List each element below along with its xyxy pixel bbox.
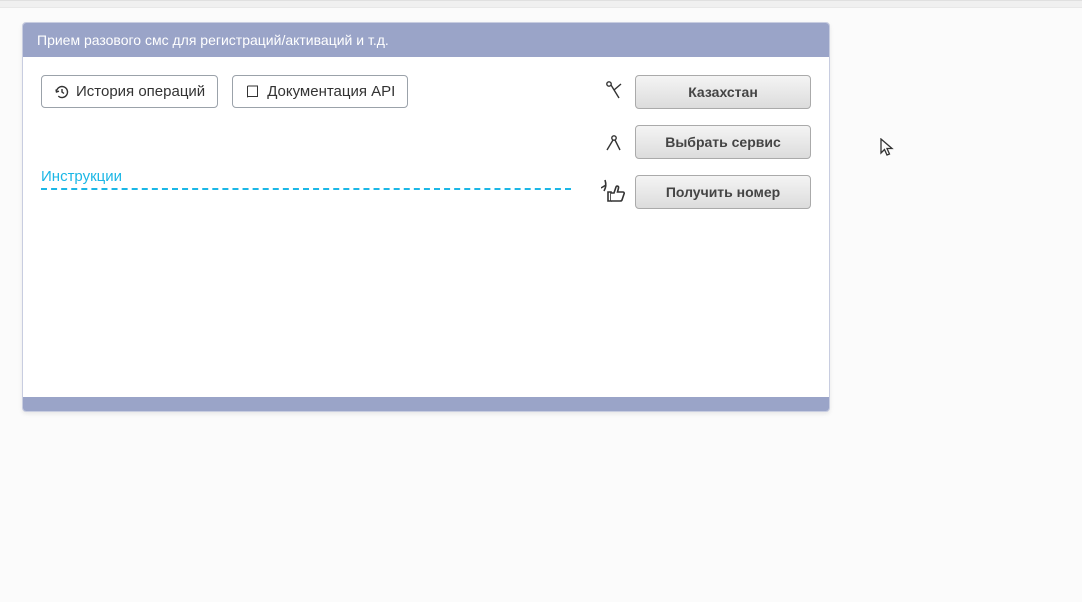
cursor-icon (880, 138, 896, 158)
history-icon (54, 84, 70, 100)
scissors-bottom-icon (601, 128, 629, 156)
history-button[interactable]: История операций (41, 75, 218, 108)
book-icon (245, 84, 261, 100)
panel-body: История операций Документация API Инстру… (23, 57, 829, 397)
step-get-number-row: Получить номер (601, 175, 811, 209)
step-country-row: Казахстан (601, 75, 811, 109)
get-number-button[interactable]: Получить номер (635, 175, 811, 209)
instructions-link[interactable]: Инструкции (41, 168, 122, 185)
panel-header: Прием разового смс для регистраций/актив… (23, 23, 829, 57)
panel-footer (23, 397, 829, 411)
country-button[interactable]: Казахстан (635, 75, 811, 109)
history-button-label: История операций (76, 83, 205, 100)
scissors-top-icon (601, 78, 629, 106)
thumbs-up-icon (601, 178, 629, 206)
instructions-section: Инструкции (41, 168, 571, 190)
steps-column: Казахстан Выбрать сервис (601, 75, 811, 209)
api-doc-button[interactable]: Документация API (232, 75, 408, 108)
sms-panel: Прием разового смс для регистраций/актив… (22, 22, 830, 412)
instructions-divider (41, 188, 571, 190)
api-doc-button-label: Документация API (267, 83, 395, 100)
top-strip (0, 0, 1082, 8)
panel-title: Прием разового смс для регистраций/актив… (37, 32, 389, 48)
step-service-row: Выбрать сервис (601, 125, 811, 159)
select-service-button[interactable]: Выбрать сервис (635, 125, 811, 159)
